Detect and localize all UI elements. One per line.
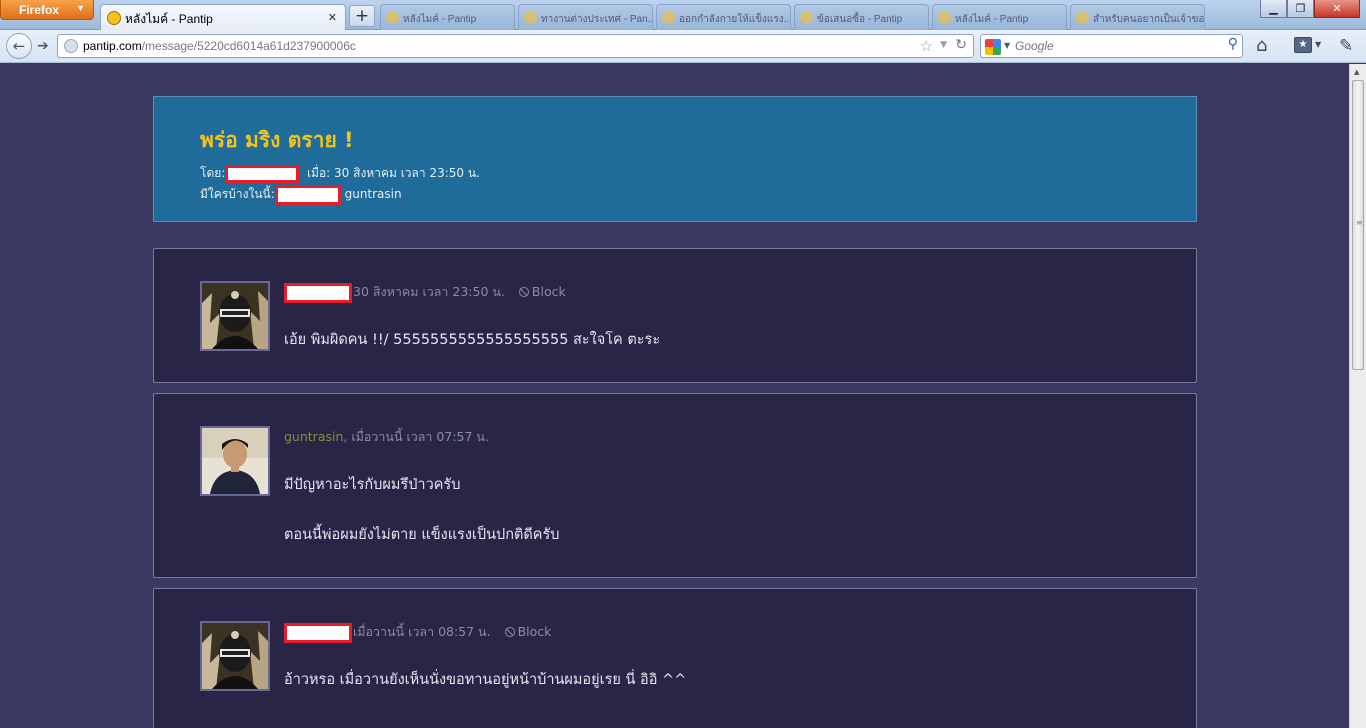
comment-item: 30 สิงหาคม เวลา 23:50 น. Block เอ้ย พิมผิ… — [153, 248, 1197, 383]
title-bar: Firefox ▼ หลังไมค์ - Pantip ✕ + หลังไมค์… — [0, 0, 1366, 30]
tab-background[interactable]: หลังไมค์ - Pantip — [932, 4, 1067, 30]
favicon-icon — [938, 11, 951, 24]
tab-title: หลังไมค์ - Pantip — [955, 14, 1029, 25]
participant-name[interactable]: guntrasin — [345, 187, 402, 201]
comment-author[interactable]: guntrasin, — [284, 429, 347, 444]
firefox-menu-button[interactable]: Firefox ▼ — [0, 0, 94, 20]
comment-text: ตอนนี้พ่อผมยังไม่ตาย แข็งแรงเป็นปกติดีคร… — [284, 527, 560, 543]
back-button[interactable]: ← — [6, 33, 32, 59]
block-icon[interactable] — [504, 627, 515, 637]
tab-title: ทางานต่างประเทศ - Pan... — [541, 14, 653, 25]
topic-title: พร่อ มริง ตราย ! — [200, 128, 354, 152]
topic-header: พร่อ มริง ตราย ! โดย: เมื่อ: 30 สิงหาคม … — [153, 96, 1197, 222]
comment-time: 30 สิงหาคม เวลา 23:50 น. — [353, 284, 505, 299]
url-host: pantip.com — [83, 39, 142, 53]
bookmark-star-icon[interactable]: ☆ — [920, 37, 933, 55]
minimize-button[interactable]: ▁ — [1260, 0, 1287, 18]
redacted-name — [274, 184, 341, 205]
grip-icon: ≡ — [1356, 218, 1363, 227]
tab-title: หลังไมค์ - Pantip — [125, 12, 213, 26]
topic-meta: โดย: เมื่อ: 30 สิงหาคม เวลา 23:50 น. มีใ… — [200, 163, 480, 205]
tab-background[interactable]: ข้อเสนอซื้อ - Pantip — [794, 4, 929, 30]
redacted-name — [284, 622, 352, 643]
favicon-icon — [662, 11, 675, 24]
comment-text: มีปัญหาอะไรกับผมรึป่าวครับ — [284, 477, 461, 493]
tab-title: สำหรับคนอยากเป็นเจ้าของ... — [1093, 14, 1205, 25]
firefox-button-label: Firefox — [19, 3, 60, 17]
search-bar[interactable]: ▼ Google ⚲ — [980, 34, 1243, 58]
tab-background[interactable]: ทางานต่างประเทศ - Pan... — [518, 4, 653, 30]
google-icon[interactable] — [985, 39, 1001, 55]
tab-title: ออกกำลังกายให้แข็งแรง... — [679, 14, 791, 25]
restore-button[interactable]: ❐ — [1287, 0, 1314, 18]
comment-item: guntrasin, เมื่อวานนี้ เวลา 07:57 น. มีป… — [153, 393, 1197, 578]
tab-background[interactable]: หลังไมค์ - Pantip — [380, 4, 515, 30]
close-window-button[interactable]: ✕ — [1314, 0, 1360, 18]
block-link[interactable]: Block — [532, 284, 566, 299]
participants-label: มีใครบ้างในนี้: — [200, 187, 275, 201]
home-icon[interactable]: ⌂ — [1256, 35, 1267, 56]
redacted-name — [284, 282, 352, 303]
url-path: /message/5220cd6014a61d237900006c — [141, 39, 356, 53]
arrow-right-icon: ➔ — [37, 38, 49, 54]
topic-date: เมื่อ: 30 สิงหาคม เวลา 23:50 น. — [306, 166, 480, 180]
scrollbar-thumb[interactable]: ≡ — [1352, 80, 1364, 370]
close-icon[interactable]: ✕ — [328, 11, 337, 24]
favicon-icon — [1076, 11, 1089, 24]
block-link[interactable]: Block — [518, 624, 552, 639]
forward-button[interactable]: ➔ — [37, 38, 49, 54]
comment-text: เอ้ย พิมผิดคน !!/ 5555555555555555555 สะ… — [284, 332, 661, 348]
arrow-left-icon: ← — [12, 37, 26, 55]
comment-header: เมื่อวานนี้ เวลา 08:57 น. Block — [284, 622, 551, 643]
url-bar[interactable]: pantip.com/message/5220cd6014a61d2379000… — [57, 34, 974, 58]
favicon-icon — [800, 11, 813, 24]
scroll-up-icon[interactable]: ▲ — [1354, 68, 1359, 76]
comment-header: 30 สิงหาคม เวลา 23:50 น. Block — [284, 282, 566, 303]
globe-icon — [64, 39, 78, 53]
tab-background[interactable]: สำหรับคนอยากเป็นเจ้าของ... — [1070, 4, 1205, 30]
bookmarks-icon[interactable]: ★ — [1294, 37, 1312, 53]
comment-time: เมื่อวานนี้ เวลา 07:57 น. — [351, 429, 489, 444]
pantip-favicon-icon — [107, 11, 121, 25]
block-icon[interactable] — [518, 287, 529, 297]
tab-background[interactable]: ออกกำลังกายให้แข็งแรง... — [656, 4, 791, 30]
history-dropdown-icon[interactable]: ▼ — [940, 40, 947, 50]
url-text[interactable]: pantip.com/message/5220cd6014a61d2379000… — [83, 39, 356, 53]
favicon-icon — [524, 11, 537, 24]
new-tab-button[interactable]: + — [349, 5, 375, 27]
navigation-toolbar: ← ➔ pantip.com/message/5220cd6014a61d237… — [0, 30, 1366, 63]
page-content: พร่อ มริง ตราย ! โดย: เมื่อ: 30 สิงหาคม … — [0, 64, 1349, 728]
participants-line: มีใครบ้างในนี้: guntrasin — [200, 184, 480, 205]
comment-header: guntrasin, เมื่อวานนี้ เวลา 07:57 น. — [284, 427, 489, 447]
comment-text: อ้าวหรอ เมื่อวานยังเห็นนั่งขอทานอยู่หน้า… — [284, 672, 687, 688]
by-label: โดย: — [200, 166, 226, 180]
avatar[interactable] — [200, 621, 270, 691]
chevron-down-icon[interactable]: ▼ — [1004, 41, 1010, 50]
comment-item: เมื่อวานนี้ เวลา 08:57 น. Block อ้าวหรอ เ… — [153, 588, 1197, 728]
topic-author-line: โดย: เมื่อ: 30 สิงหาคม เวลา 23:50 น. — [200, 163, 480, 184]
comment-time: เมื่อวานนี้ เวลา 08:57 น. — [353, 624, 491, 639]
tab-title: หลังไมค์ - Pantip — [403, 14, 477, 25]
chevron-down-icon: ▼ — [76, 3, 85, 13]
reload-icon[interactable]: ↻ — [955, 37, 967, 53]
avatar[interactable] — [200, 281, 270, 351]
chevron-down-icon[interactable]: ▼ — [1315, 40, 1321, 49]
search-input[interactable]: Google — [1015, 39, 1054, 53]
page-scrollbar[interactable]: ▲ ≡ — [1349, 64, 1366, 728]
favicon-icon — [386, 11, 399, 24]
search-icon[interactable]: ⚲ — [1228, 36, 1238, 52]
tab-active[interactable]: หลังไมค์ - Pantip ✕ — [100, 4, 346, 30]
tab-title: ข้อเสนอซื้อ - Pantip — [817, 14, 903, 25]
avatar[interactable] — [200, 426, 270, 496]
redacted-name — [225, 164, 300, 183]
puzzle-icon[interactable]: ✎ — [1339, 36, 1353, 56]
